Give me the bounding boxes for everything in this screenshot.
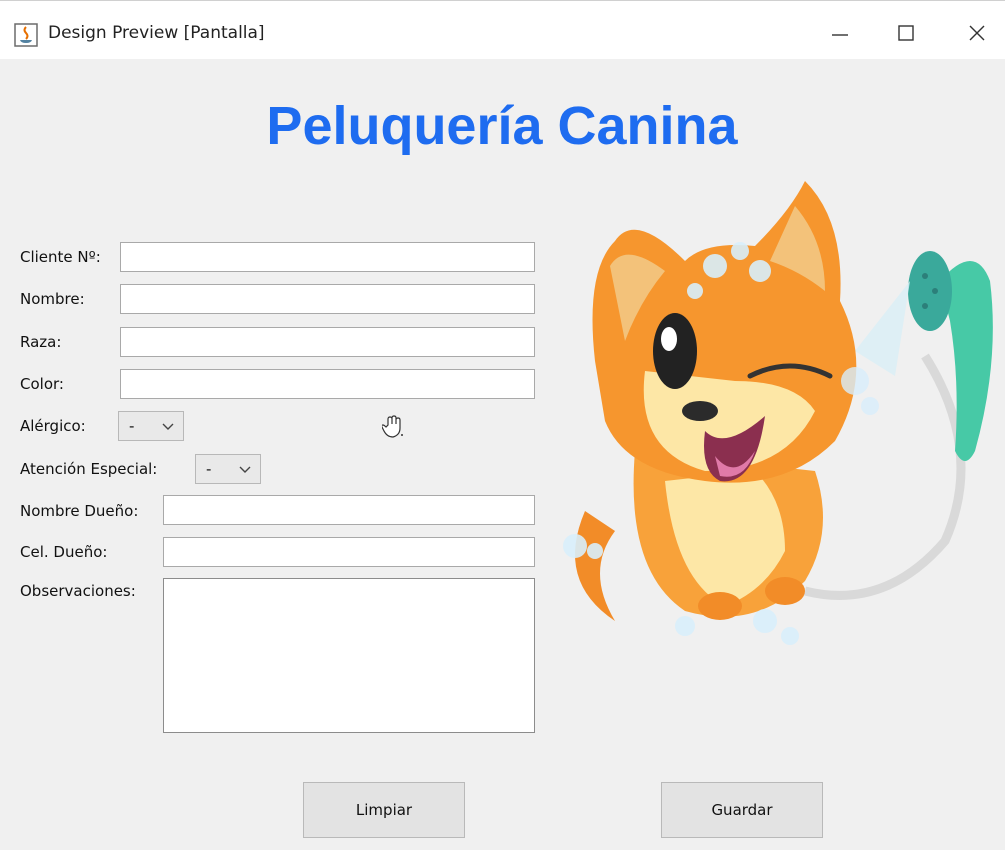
guardar-button[interactable]: Guardar bbox=[661, 782, 823, 838]
page-title: Peluquería Canina bbox=[266, 96, 738, 156]
color-label: Color: bbox=[20, 375, 64, 393]
cel-dueno-field[interactable] bbox=[163, 537, 535, 567]
hand-cursor-icon bbox=[382, 415, 403, 438]
observaciones-textarea[interactable] bbox=[163, 578, 535, 733]
nombre-label: Nombre: bbox=[20, 290, 85, 308]
atencion-especial-select-value: - bbox=[206, 460, 212, 478]
dog-mascot-image bbox=[563, 181, 993, 645]
raza-field[interactable] bbox=[120, 327, 535, 357]
atencion-especial-label: Atención Especial: bbox=[20, 460, 158, 478]
minimize-button[interactable] bbox=[818, 15, 862, 51]
minimize-icon bbox=[832, 34, 848, 36]
raza-label: Raza: bbox=[20, 333, 62, 351]
chevron-down-icon bbox=[239, 466, 251, 473]
app-window: Design Preview [Pantalla] Peluquería Can… bbox=[0, 0, 1005, 850]
cliente-label: Cliente Nº: bbox=[20, 248, 101, 266]
nombre-dueno-label: Nombre Dueño: bbox=[20, 502, 139, 520]
title-bar: Design Preview [Pantalla] bbox=[0, 1, 1005, 59]
observaciones-label: Observaciones: bbox=[20, 582, 136, 600]
nombre-dueno-field[interactable] bbox=[163, 495, 535, 525]
close-icon bbox=[969, 25, 985, 41]
color-field[interactable] bbox=[120, 369, 535, 399]
maximize-icon bbox=[898, 25, 914, 41]
maximize-button[interactable] bbox=[884, 15, 928, 51]
nombre-field[interactable] bbox=[120, 284, 535, 314]
window-title: Design Preview [Pantalla] bbox=[48, 23, 265, 43]
alergico-select-value: - bbox=[129, 417, 135, 435]
alergico-label: Alérgico: bbox=[20, 417, 86, 435]
java-app-icon bbox=[14, 23, 38, 47]
cel-dueno-label: Cel. Dueño: bbox=[20, 543, 108, 561]
atencion-especial-select[interactable]: - bbox=[195, 454, 261, 484]
alergico-select[interactable]: - bbox=[118, 411, 184, 441]
limpiar-button[interactable]: Limpiar bbox=[303, 782, 465, 838]
chevron-down-icon bbox=[162, 423, 174, 430]
close-button[interactable] bbox=[955, 15, 999, 51]
cliente-field[interactable] bbox=[120, 242, 535, 272]
shower-head-icon bbox=[855, 251, 993, 461]
